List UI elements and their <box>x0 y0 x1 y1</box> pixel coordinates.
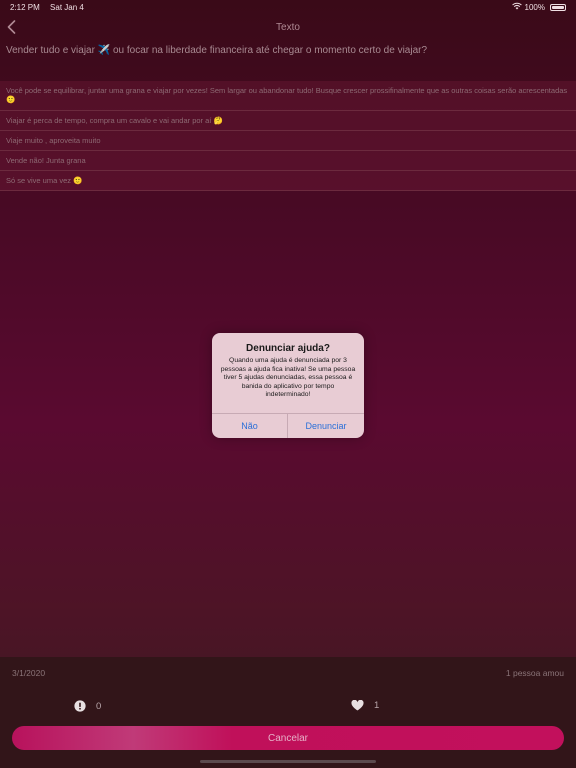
status-left: 2:12 PM Sat Jan 4 <box>10 3 92 12</box>
chevron-left-icon <box>7 20 15 34</box>
cancel-button[interactable]: Cancelar <box>12 726 564 750</box>
like-count: 1 <box>374 700 380 711</box>
likes-summary: 1 pessoa amou <box>505 668 564 678</box>
post-date: 3/1/2020 <box>12 668 46 678</box>
report-confirm-button[interactable]: Denunciar <box>288 414 364 438</box>
dialog-message: Quando uma ajuda é denunciada por 3 pess… <box>220 357 356 399</box>
exclamation-icon <box>74 700 86 712</box>
dialog-actions: Não Denunciar <box>212 413 364 438</box>
answer-item[interactable]: Viaje muito , aproveita muito <box>0 131 576 151</box>
answer-item[interactable]: Vende não! Junta grana <box>0 151 576 171</box>
status-time: 2:12 PM <box>10 2 40 12</box>
report-button[interactable]: 0 <box>74 700 101 712</box>
home-indicator <box>200 760 376 763</box>
status-right: 100% <box>511 2 566 12</box>
battery-icon <box>550 3 566 11</box>
no-button[interactable]: Não <box>212 414 288 438</box>
like-button[interactable]: 1 <box>351 700 379 711</box>
report-alert-dialog: Denunciar ajuda? Quando uma ajuda é denu… <box>212 333 364 438</box>
answer-item[interactable]: Você pode se equilibrar, juntar uma gran… <box>0 81 576 111</box>
back-button[interactable] <box>4 16 18 38</box>
status-bar: 2:12 PM Sat Jan 4 100% <box>0 0 576 14</box>
navigation-bar: Texto <box>0 16 576 38</box>
heart-icon <box>351 700 364 711</box>
dialog-title: Denunciar ajuda? <box>246 343 330 354</box>
question-text: Vender tudo e viajar ✈️ ou focar na libe… <box>6 45 428 56</box>
answer-item[interactable]: Só se vive uma vez 🙂 <box>0 171 576 191</box>
battery-percent: 100% <box>524 2 545 12</box>
wifi-icon <box>511 2 522 12</box>
page-title: Texto <box>276 21 300 33</box>
footer-panel: 3/1/2020 1 pessoa amou 0 1 Cancelar <box>0 657 576 768</box>
answer-item[interactable]: Viajar é perca de tempo, compra um caval… <box>0 111 576 131</box>
answers-list: Você pode se equilibrar, juntar uma gran… <box>0 81 576 191</box>
report-count: 0 <box>96 700 102 712</box>
status-date: Sat Jan 4 <box>50 2 84 12</box>
